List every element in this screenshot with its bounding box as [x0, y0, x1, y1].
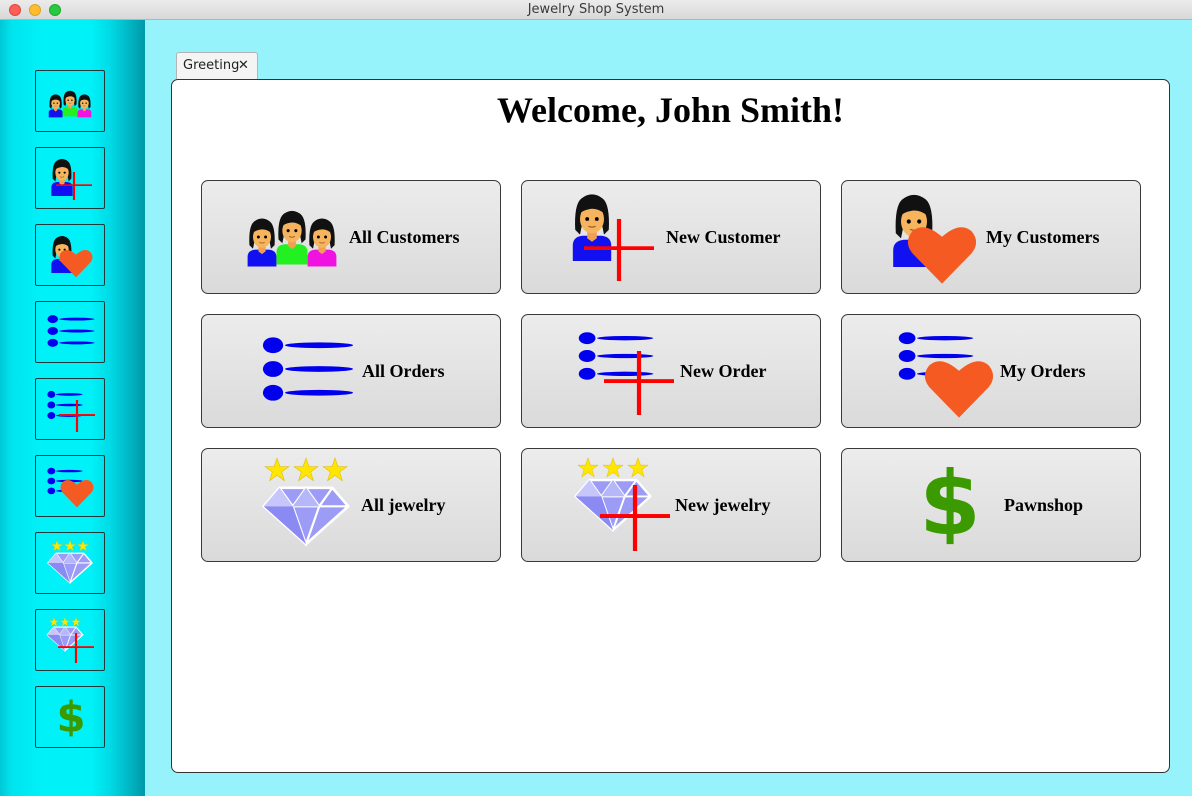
- all-orders-label: All Orders: [362, 361, 445, 381]
- all-jewelry-button[interactable]: All jewelry: [201, 448, 501, 562]
- my-orders-icon: [41, 461, 99, 511]
- new-customer-icon: [566, 189, 658, 285]
- sidebar-item-new-order[interactable]: [35, 378, 105, 440]
- my-orders-button[interactable]: My Orders: [841, 314, 1141, 428]
- customers-group-icon: [41, 76, 99, 126]
- my-customers-button[interactable]: My Customers: [841, 180, 1141, 294]
- sidebar-item-new-customer[interactable]: [35, 147, 105, 209]
- sidebar-item-new-jewelry[interactable]: [35, 609, 105, 671]
- orders-list-icon: [41, 307, 99, 357]
- new-jewelry-icon: [41, 615, 99, 665]
- tab-greeting[interactable]: Greeting ✕: [176, 52, 258, 79]
- tab-close-icon[interactable]: ✕: [238, 58, 249, 73]
- sidebar-item-pawnshop[interactable]: [35, 686, 105, 748]
- new-order-icon: [41, 384, 99, 434]
- window-title-bar: Jewelry Shop System: [0, 0, 1192, 20]
- new-jewelry-button[interactable]: New jewelry: [521, 448, 821, 562]
- customers-group-icon: [244, 204, 344, 269]
- window-title: Jewelry Shop System: [527, 2, 665, 17]
- pawnshop-dollar-icon: [41, 692, 99, 742]
- all-customers-button[interactable]: All Customers: [201, 180, 501, 294]
- new-order-button[interactable]: New Order: [521, 314, 821, 428]
- my-customers-label: My Customers: [986, 227, 1100, 247]
- new-jewelry-label: New jewelry: [675, 495, 771, 515]
- new-customer-label: New Customer: [666, 227, 781, 247]
- all-customers-label: All Customers: [349, 227, 460, 247]
- sidebar-item-my-customers[interactable]: [35, 224, 105, 286]
- greeting-panel: Welcome, John Smith! All Customers New C…: [171, 79, 1170, 773]
- new-customer-button[interactable]: New Customer: [521, 180, 821, 294]
- welcome-heading: Welcome, John Smith!: [497, 90, 844, 130]
- my-customers-icon: [886, 189, 986, 285]
- tab-greeting-label: Greeting: [183, 58, 240, 73]
- my-orders-label: My Orders: [1000, 361, 1086, 381]
- all-jewelry-label: All jewelry: [361, 495, 446, 515]
- pawnshop-dollar-icon: [914, 461, 986, 545]
- sidebar: [0, 20, 145, 796]
- orders-list-icon: [262, 333, 354, 405]
- pawnshop-label: Pawnshop: [1004, 495, 1084, 515]
- all-orders-button[interactable]: All Orders: [201, 314, 501, 428]
- new-customer-icon: [41, 153, 99, 203]
- my-orders-icon: [898, 329, 998, 421]
- jewelry-diamond-icon: [41, 538, 99, 588]
- pawnshop-button[interactable]: Pawnshop: [841, 448, 1141, 562]
- sidebar-item-my-orders[interactable]: [35, 455, 105, 517]
- new-order-label: New Order: [680, 361, 767, 381]
- sidebar-item-all-jewelry[interactable]: [35, 532, 105, 594]
- new-order-icon: [578, 329, 678, 421]
- new-jewelry-icon: [574, 457, 674, 557]
- jewelry-diamond-icon: [260, 457, 352, 549]
- my-customers-icon: [41, 230, 99, 280]
- sidebar-item-all-customers[interactable]: [35, 70, 105, 132]
- sidebar-item-all-orders[interactable]: [35, 301, 105, 363]
